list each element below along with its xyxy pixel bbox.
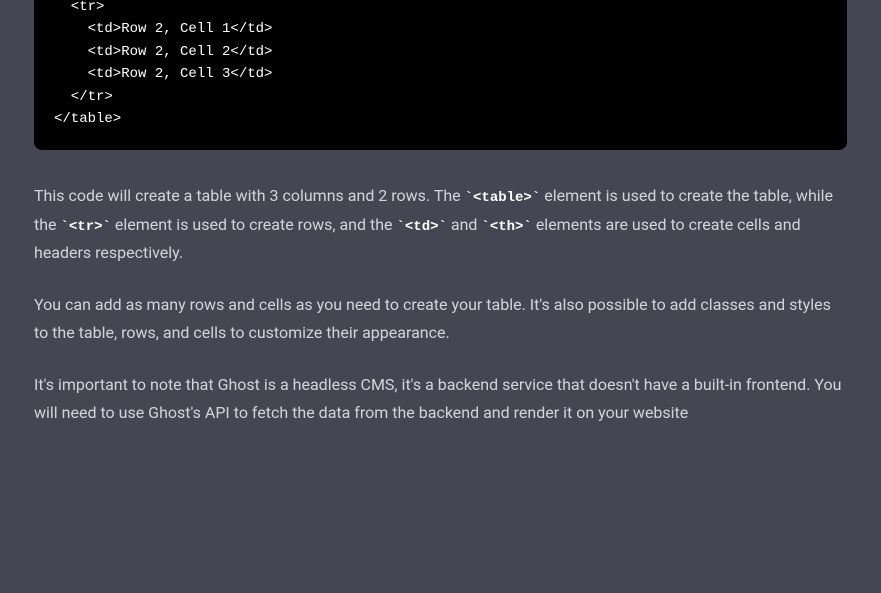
explanation-paragraph-1: This code will create a table with 3 col… <box>34 182 847 267</box>
text-segment: and <box>447 215 482 234</box>
inline-code-th: `<th>` <box>481 219 531 235</box>
code-content: <tr> <td>Row 2, Cell 1</td> <td>Row 2, C… <box>54 0 827 130</box>
code-line: <td>Row 2, Cell 3</td> <box>54 63 827 85</box>
code-line: <tr> <box>54 0 827 18</box>
code-line: <td>Row 2, Cell 2</td> <box>54 41 827 63</box>
code-line: </tr> <box>54 86 827 108</box>
text-segment: element is used to create rows, and the <box>111 215 397 234</box>
code-block: <tr> <td>Row 2, Cell 1</td> <td>Row 2, C… <box>34 0 847 150</box>
explanation-paragraph-3: It's important to note that Ghost is a h… <box>34 371 847 427</box>
inline-code-td: `<td>` <box>397 219 447 235</box>
inline-code-tr: `<tr>` <box>61 219 111 235</box>
text-segment: This code will create a table with 3 col… <box>34 186 465 205</box>
inline-code-table: `<table>` <box>465 190 541 206</box>
code-line: <td>Row 2, Cell 1</td> <box>54 18 827 40</box>
code-line: </table> <box>54 108 827 130</box>
explanation-paragraph-2: You can add as many rows and cells as yo… <box>34 291 847 347</box>
